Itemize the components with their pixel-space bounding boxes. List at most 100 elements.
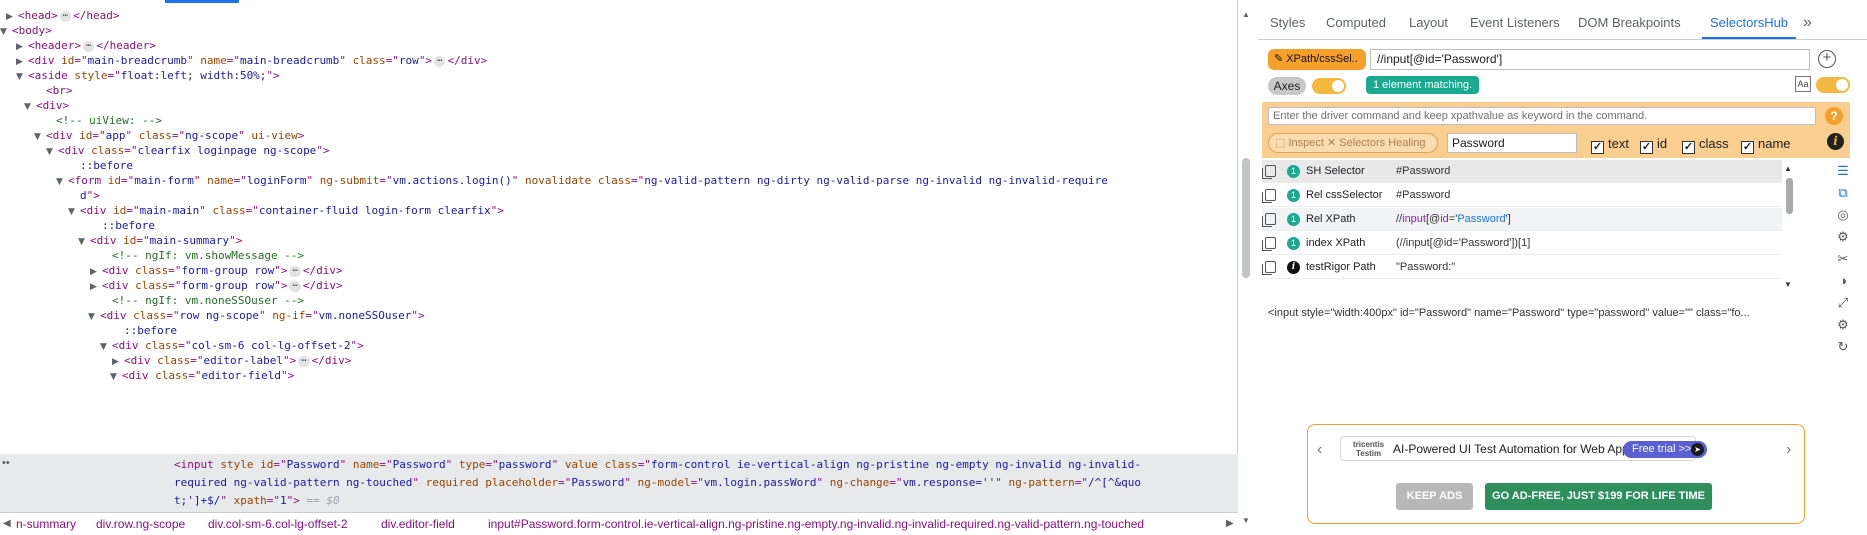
selector-value[interactable]: //input[@id='Password'] (1396, 208, 1511, 231)
expanded-triangle-icon[interactable]: ▼ (0, 23, 12, 41)
scrollbar-thumb[interactable] (1242, 158, 1250, 278)
breadcrumb-left-arrow-icon[interactable]: ◀ (3, 513, 11, 535)
copy-icon[interactable] (1262, 189, 1276, 203)
selector-input[interactable]: //input[@id='Password'] (1370, 49, 1810, 70)
checkbox-name[interactable]: ✓ name (1741, 136, 1791, 154)
settings-gear-icon[interactable]: ⚙ (1834, 228, 1852, 246)
copy-icon[interactable] (1262, 165, 1276, 179)
checkbox-box[interactable]: ✓ (1640, 141, 1653, 154)
expanded-triangle-icon[interactable]: ▼ (78, 233, 90, 251)
inspect-healing-button[interactable]: ⬚ Inspect ✕ Selectors Healing (1268, 133, 1438, 153)
tab-computed[interactable]: Computed (1326, 8, 1386, 39)
breadcrumb-item[interactable]: div.editor-field (381, 513, 455, 535)
more-tabs-icon[interactable]: » (1803, 8, 1812, 38)
ad-prev-icon[interactable]: ‹ (1317, 441, 1322, 459)
attribute-value-input[interactable]: Password (1447, 133, 1577, 153)
tab-selectorshub[interactable]: SelectorsHub (1702, 8, 1797, 39)
breadcrumb-item[interactable]: input#Password.form-control.ie-vertical-… (488, 513, 1144, 535)
result-row-rel-css[interactable]: 1 Rel cssSelector #Password (1262, 184, 1782, 207)
breadcrumb-item[interactable]: n-summary (16, 513, 76, 535)
selected-dom-node[interactable]: •• <input style id="Password" name="Pass… (0, 454, 1238, 512)
tab-dom-breakpoints[interactable]: DOM Breakpoints (1578, 8, 1681, 39)
expanded-triangle-icon[interactable]: ▼ (100, 338, 112, 356)
breadcrumb-selector: .row.ng-scope (110, 517, 186, 531)
free-trial-button[interactable]: Free trial >> ➤ (1623, 441, 1707, 458)
dom-tree-node[interactable]: ▼ <form id="main-form" name="loginForm" n… (56, 172, 1108, 190)
case-sensitive-icon[interactable]: Aa (1795, 76, 1811, 92)
scissors-icon[interactable]: ✂ (1834, 250, 1852, 268)
expanded-triangle-icon[interactable]: ▼ (56, 173, 68, 191)
scrollbar-thumb[interactable] (1786, 178, 1793, 214)
axes-toggle[interactable] (1312, 78, 1346, 94)
dom-token: </div> (302, 264, 343, 277)
help-icon[interactable]: ? (1825, 107, 1843, 125)
info-icon[interactable]: i (1827, 133, 1844, 150)
selector-value[interactable]: "Password:" (1396, 256, 1455, 279)
scroll-down-icon[interactable]: ▼ (1784, 280, 1792, 289)
healing-icon: ✕ (1327, 137, 1337, 149)
elements-scrollbar[interactable]: ▲ ▼ (1242, 8, 1250, 528)
expanded-triangle-icon[interactable]: ▼ (88, 308, 100, 326)
case-toggle[interactable] (1816, 77, 1850, 93)
checkbox-class[interactable]: ✓ class (1682, 136, 1729, 154)
result-row-testrigor[interactable]: i testRigor Path "Password:" (1262, 256, 1782, 279)
expanded-triangle-icon[interactable]: ▼ (110, 368, 122, 386)
collapsed-triangle-icon[interactable]: ▶ (90, 278, 102, 296)
result-row-sh-selector[interactable]: 1 SH Selector #Password (1262, 160, 1782, 183)
checkbox-text[interactable]: ✓ text (1591, 136, 1629, 154)
tab-layout[interactable]: Layout (1409, 8, 1448, 39)
result-row-index-xpath[interactable]: 1 index XPath (//input[@id='Password'])[… (1262, 232, 1782, 255)
checkbox-box[interactable]: ✓ (1741, 141, 1754, 154)
selector-value[interactable]: #Password (1396, 160, 1450, 183)
expand-icon[interactable]: ⤢ (1834, 294, 1852, 312)
dom-tree[interactable]: ▶ <head> ⋯ </head> ▼ <body> ▶ <header> ⋯ </header… (0, 7, 1238, 505)
checkbox-box[interactable]: ✓ (1591, 141, 1604, 154)
ad-banner[interactable]: tricentis Testim AI-Powered UI Test Auto… (1340, 436, 1707, 461)
collapsed-content-ellipsis[interactable]: ⋯ (434, 55, 446, 67)
expanded-triangle-icon[interactable]: ▼ (68, 203, 80, 221)
expanded-triangle-icon[interactable]: ▼ (34, 128, 46, 146)
collapsed-content-ellipsis[interactable]: ⋯ (289, 265, 301, 277)
target-icon[interactable]: ◎ (1834, 206, 1852, 224)
copy-icon[interactable] (1262, 261, 1276, 275)
add-icon[interactable]: + (1818, 50, 1836, 68)
collapsed-content-ellipsis[interactable]: ⋯ (289, 280, 301, 292)
copy-icon[interactable] (1262, 213, 1276, 227)
expanded-triangle-icon[interactable]: ▼ (16, 68, 28, 86)
copy-icon[interactable] (1262, 237, 1276, 251)
collapsed-content-ellipsis[interactable]: ⋯ (59, 10, 72, 22)
xpath-css-selector-button[interactable]: ✎ XPath/cssSel.. (1268, 49, 1366, 70)
expanded-triangle-icon[interactable]: ▼ (46, 143, 58, 161)
match-count: 1 (1287, 213, 1300, 226)
driver-command-input[interactable]: Enter the driver command and keep xpathv… (1268, 107, 1816, 125)
keep-ads-button[interactable]: KEEP ADS (1396, 483, 1473, 510)
list-icon[interactable]: ☰ (1834, 162, 1852, 180)
tab-styles[interactable]: Styles (1270, 8, 1305, 39)
copy-multiple-icon[interactable]: ⧉ (1834, 184, 1852, 202)
tab-event-listeners[interactable]: Event Listeners (1470, 8, 1560, 39)
expanded-triangle-icon[interactable]: ▼ (24, 98, 36, 116)
result-row-rel-xpath[interactable]: 1 Rel XPath //input[@id='Password'] (1262, 208, 1782, 231)
checkbox-id[interactable]: ✓ id (1640, 136, 1667, 154)
selector-value[interactable]: (//input[@id='Password'])[1] (1396, 232, 1530, 255)
dom-token: " (125, 129, 139, 142)
dom-tree-node[interactable]: ▼ <div class="editor-field"> (110, 367, 294, 385)
scroll-up-icon[interactable]: ▲ (1242, 10, 1250, 19)
theme-icon[interactable]: ◑ (1834, 272, 1852, 290)
checkbox-box[interactable]: ✓ (1682, 141, 1695, 154)
node-menu-dots[interactable]: •• (2, 454, 10, 472)
collapsed-content-ellipsis[interactable]: ⋯ (82, 40, 95, 52)
results-scrollbar[interactable]: ▲ ▼ (1784, 160, 1794, 296)
breadcrumb-item[interactable]: div.row.ng-scope (96, 513, 185, 535)
refresh-icon[interactable]: ↻ (1834, 338, 1852, 356)
scroll-down-icon[interactable]: ▼ (1242, 516, 1250, 525)
breadcrumb-right-arrow-icon[interactable]: ▶ (1226, 513, 1234, 535)
gear-icon[interactable]: ⚙ (1834, 316, 1852, 334)
selector-value[interactable]: #Password (1396, 184, 1450, 207)
go-ad-free-button[interactable]: GO AD-FREE, JUST $199 FOR LIFE TIME (1485, 483, 1712, 510)
ad-next-icon[interactable]: › (1786, 441, 1791, 459)
scroll-up-icon[interactable]: ▲ (1784, 164, 1792, 173)
dom-token: main-summary (149, 234, 230, 247)
breadcrumb-item[interactable]: div.col-sm-6.col-lg-offset-2 (208, 513, 348, 535)
collapsed-content-ellipsis[interactable]: ⋯ (298, 355, 310, 367)
